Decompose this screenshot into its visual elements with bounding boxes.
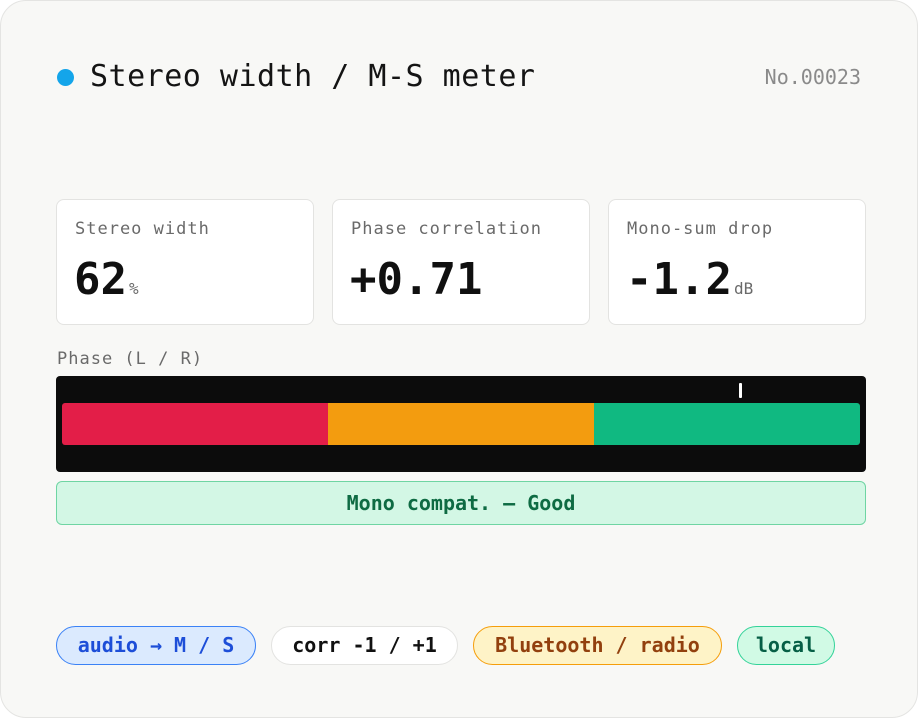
metric-value: +0.71 <box>350 254 483 305</box>
phase-segment-good <box>593 403 860 445</box>
tag-correlation-range[interactable]: corr -1 / +1 <box>271 626 458 665</box>
stereo-width-metric: Stereo width 62% <box>56 199 314 325</box>
metric-label: Phase correlation <box>351 219 542 239</box>
status-dot-icon <box>57 69 74 86</box>
metric-unit: % <box>128 279 139 298</box>
mono-compat-status: Mono compat. — Good <box>56 481 866 525</box>
serial-number: No.00023 <box>764 65 861 89</box>
phase-segment-bad <box>62 403 328 445</box>
metric-unit: dB <box>733 279 754 298</box>
phase-needle <box>738 383 742 398</box>
phase-segment-warn <box>327 403 594 445</box>
phase-correlation-metric: Phase correlation +0.71 <box>332 199 590 325</box>
card-header: Stereo width / M-S meter No.00023 <box>57 59 861 99</box>
tag-local[interactable]: local <box>737 626 835 665</box>
phase-scale <box>62 403 860 445</box>
meter-card: Stereo width / M-S meter No.00023 Stereo… <box>0 0 918 718</box>
tag-audio-ms[interactable]: audio → M / S <box>56 626 256 665</box>
mono-sum-drop-metric: Mono-sum drop -1.2 dB <box>608 199 866 325</box>
metric-label: Stereo width <box>75 219 210 239</box>
phase-meter-label: Phase (L / R) <box>57 349 204 369</box>
tag-bluetooth-radio[interactable]: Bluetooth / radio <box>473 626 722 665</box>
metric-value: 62% <box>74 254 139 305</box>
metric-value: -1.2 dB <box>626 254 754 305</box>
metric-label: Mono-sum drop <box>627 219 774 239</box>
page-title: Stereo width / M-S meter <box>90 59 536 94</box>
phase-meter <box>56 376 866 472</box>
